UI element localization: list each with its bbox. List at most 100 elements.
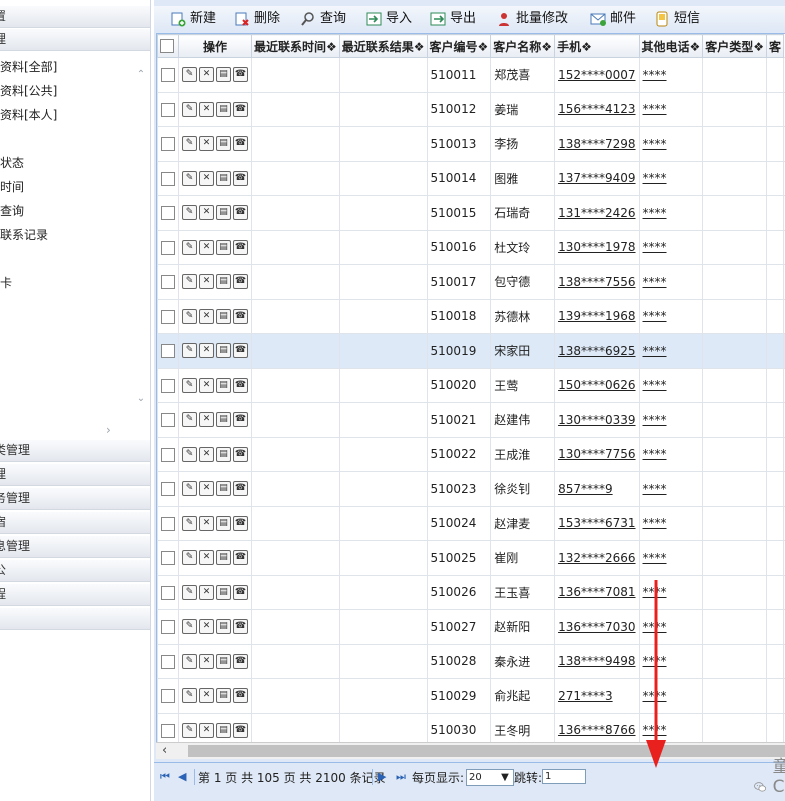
mobile-text[interactable]: 131****2426 <box>558 206 635 220</box>
row-checkbox[interactable] <box>161 171 175 186</box>
sidebar-item-assign[interactable]: 分 <box>0 127 132 151</box>
col-header-last-contact-result[interactable]: 最近联系结果❖ <box>338 34 428 58</box>
print-icon[interactable]: ▤ <box>216 101 231 117</box>
edit-icon[interactable]: ✎ <box>182 239 197 255</box>
edit-icon[interactable]: ✎ <box>182 584 197 600</box>
mobile-text[interactable]: 153****6731 <box>558 516 635 530</box>
scroll-thumb[interactable] <box>188 745 785 757</box>
delete-icon[interactable]: ✕ <box>199 412 214 428</box>
mobile-text[interactable]: 136****7081 <box>558 585 635 599</box>
mobile-text[interactable]: 152****0007 <box>558 68 635 82</box>
mobile-cell[interactable]: 153****6731 <box>554 505 640 541</box>
print-icon[interactable]: ▤ <box>216 446 231 462</box>
mobile-cell[interactable]: 156****4123 <box>554 91 640 127</box>
mobile-cell[interactable]: 271****3 <box>554 678 640 714</box>
export-button[interactable]: 导出 <box>430 9 476 29</box>
grid-horizontal-scrollbar[interactable]: ‹ <box>156 742 785 759</box>
delete-button[interactable]: 删除 <box>234 9 280 29</box>
delete-icon[interactable]: ✕ <box>199 446 214 462</box>
mail-button[interactable]: 邮件 <box>590 9 636 29</box>
table-row[interactable]: ✎ ✕ ▤ ☎ 510016 杜文玲 130****1978 **** <box>157 229 785 265</box>
print-icon[interactable]: ▤ <box>216 515 231 531</box>
sidebar-section-customer[interactable]: 理 <box>0 29 150 51</box>
delete-icon[interactable]: ✕ <box>199 688 214 704</box>
other-phone-text[interactable]: **** <box>643 551 667 565</box>
other-phone-cell[interactable]: **** <box>638 57 704 93</box>
row-select-cell[interactable] <box>157 505 179 541</box>
table-row[interactable]: ✎ ✕ ▤ ☎ 510014 图雅 137****9409 **** <box>157 160 785 196</box>
sidebar-section-2[interactable]: 理 <box>0 464 150 486</box>
row-select-cell[interactable] <box>157 126 179 162</box>
sidebar-horizontal-scrollbar[interactable]: › <box>0 420 133 438</box>
row-checkbox[interactable] <box>161 137 175 151</box>
edit-icon[interactable]: ✎ <box>182 653 197 669</box>
phone-icon[interactable]: ☎ <box>233 584 248 600</box>
edit-icon[interactable]: ✎ <box>182 412 197 428</box>
edit-icon[interactable]: ✎ <box>182 343 197 359</box>
delete-icon[interactable]: ✕ <box>199 136 214 152</box>
other-phone-cell[interactable]: **** <box>638 229 704 265</box>
edit-icon[interactable]: ✎ <box>182 446 197 462</box>
row-checkbox[interactable] <box>161 482 175 496</box>
row-checkbox[interactable] <box>161 240 175 255</box>
other-phone-cell[interactable]: **** <box>638 402 704 438</box>
other-phone-cell[interactable]: **** <box>638 367 704 403</box>
phone-icon[interactable]: ☎ <box>233 343 248 359</box>
row-select-cell[interactable] <box>157 333 179 369</box>
phone-icon[interactable]: ☎ <box>233 239 248 255</box>
table-row[interactable]: ✎ ✕ ▤ ☎ 510024 赵津麦 153****6731 **** <box>157 505 785 541</box>
row-checkbox[interactable] <box>161 620 175 634</box>
scroll-right-icon[interactable]: › <box>106 423 116 437</box>
table-row[interactable]: ✎✕▤☎510026王玉喜136****7081**** <box>157 574 785 610</box>
mobile-text[interactable]: 138****7298 <box>558 137 635 151</box>
last-page-icon[interactable]: ⏭ <box>396 770 406 784</box>
mobile-text[interactable]: 150****0626 <box>558 378 635 392</box>
row-checkbox[interactable] <box>161 585 175 600</box>
delete-icon[interactable]: ✕ <box>199 274 214 290</box>
delete-icon[interactable]: ✕ <box>199 239 214 255</box>
row-checkbox[interactable] <box>161 275 175 289</box>
jump-page-input[interactable]: 1 <box>542 769 586 784</box>
mobile-cell[interactable]: 136****8766 <box>554 712 640 742</box>
row-checkbox[interactable] <box>161 68 175 82</box>
edit-icon[interactable]: ✎ <box>182 274 197 290</box>
print-icon[interactable]: ▤ <box>216 239 231 255</box>
row-select-cell[interactable] <box>157 298 179 334</box>
mobile-text[interactable]: 138****7556 <box>558 275 635 289</box>
print-icon[interactable]: ▤ <box>216 136 231 152</box>
other-phone-cell[interactable]: **** <box>638 195 704 231</box>
mobile-cell[interactable]: 857****9 <box>554 471 640 507</box>
mobile-cell[interactable]: 139****1968 <box>554 298 640 334</box>
other-phone-text[interactable]: **** <box>643 275 667 289</box>
sidebar-vertical-scrollbar[interactable]: ⌃ ⌄ <box>133 56 149 408</box>
mobile-text[interactable]: 138****9498 <box>558 654 635 668</box>
table-row[interactable]: ✎✕▤☎510028秦永进138****9498**** <box>157 643 785 679</box>
mobile-cell[interactable]: 138****9498 <box>554 643 640 679</box>
sidebar-section-8[interactable] <box>0 608 150 630</box>
phone-icon[interactable]: ☎ <box>233 446 248 462</box>
col-header-other-phone[interactable]: 其他电话❖ <box>638 34 704 58</box>
mobile-text[interactable]: 132****2666 <box>558 551 635 565</box>
other-phone-cell[interactable]: **** <box>638 505 704 541</box>
phone-icon[interactable]: ☎ <box>233 274 248 290</box>
row-select-cell[interactable] <box>157 574 179 610</box>
other-phone-text[interactable]: **** <box>643 413 667 427</box>
edit-icon[interactable]: ✎ <box>182 101 197 117</box>
table-row[interactable]: ✎ ✕ ▤ ☎ 510018 苏德林 139****1968 **** <box>157 298 785 334</box>
other-phone-text[interactable]: **** <box>643 102 667 116</box>
select-all-cell[interactable] <box>157 34 179 58</box>
row-select-cell[interactable] <box>157 264 179 300</box>
phone-icon[interactable]: ☎ <box>233 653 248 669</box>
scroll-down-icon[interactable]: ⌄ <box>136 394 146 404</box>
row-checkbox[interactable] <box>161 654 175 669</box>
phone-icon[interactable]: ☎ <box>233 67 248 83</box>
sidebar-section-business-mgmt[interactable]: 务管理 <box>0 488 150 510</box>
sidebar-section-info-mgmt[interactable]: 息管理 <box>0 536 150 558</box>
edit-icon[interactable]: ✎ <box>182 515 197 531</box>
mobile-text[interactable]: 138****6925 <box>558 344 635 358</box>
mobile-text[interactable]: 130****7756 <box>558 447 635 461</box>
edit-icon[interactable]: ✎ <box>182 619 197 635</box>
mobile-text[interactable]: 857****9 <box>558 482 613 496</box>
edit-icon[interactable]: ✎ <box>182 170 197 186</box>
table-row[interactable]: ✎✕▤☎510030王冬明136****8766**** <box>157 712 785 742</box>
